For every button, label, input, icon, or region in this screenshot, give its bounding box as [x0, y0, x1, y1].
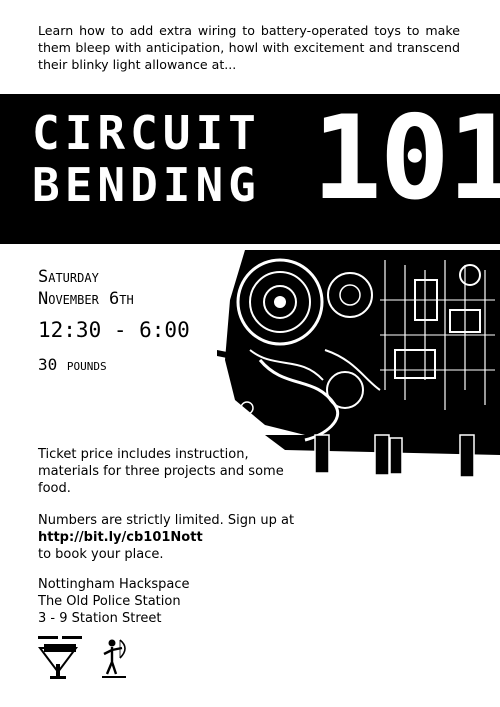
venue-building: The Old Police Station [38, 594, 181, 609]
booking-text: to book your place. [38, 547, 164, 562]
event-day: Saturday [38, 267, 99, 287]
intro-text: Learn how to add extra wiring to battery… [38, 23, 460, 72]
event-date: November 6th [38, 289, 134, 309]
venue-street: 3 - 9 Station Street [38, 611, 162, 626]
hackspace-logo-icon [38, 636, 82, 679]
venue-address: Nottingham Hackspace The Old Police Stat… [38, 576, 338, 627]
venue-name: Nottingham Hackspace [38, 577, 190, 592]
event-details: Saturday November 6th 12:30 - 6:00 30 po… [38, 266, 190, 377]
limited-text: Numbers are strictly limited. Sign up at [38, 513, 295, 528]
event-time: 12:30 - 6:00 [38, 318, 190, 342]
signup-info: Numbers are strictly limited. Sign up at… [38, 512, 338, 563]
title-line-1: CIRCUIT [32, 106, 261, 160]
archer-logo-icon [102, 639, 126, 678]
title-line-2: BENDING [32, 158, 261, 212]
signup-link[interactable]: http://bit.ly/cb101Nott [38, 529, 338, 546]
ticket-info: Ticket price includes instruction, mater… [38, 447, 284, 496]
event-price: 30 pounds [38, 355, 107, 374]
title-number: 101 [312, 91, 500, 226]
poster: Learn how to add extra wiring to battery… [0, 0, 500, 707]
poster-title: CIRCUIT BENDING [32, 107, 261, 211]
